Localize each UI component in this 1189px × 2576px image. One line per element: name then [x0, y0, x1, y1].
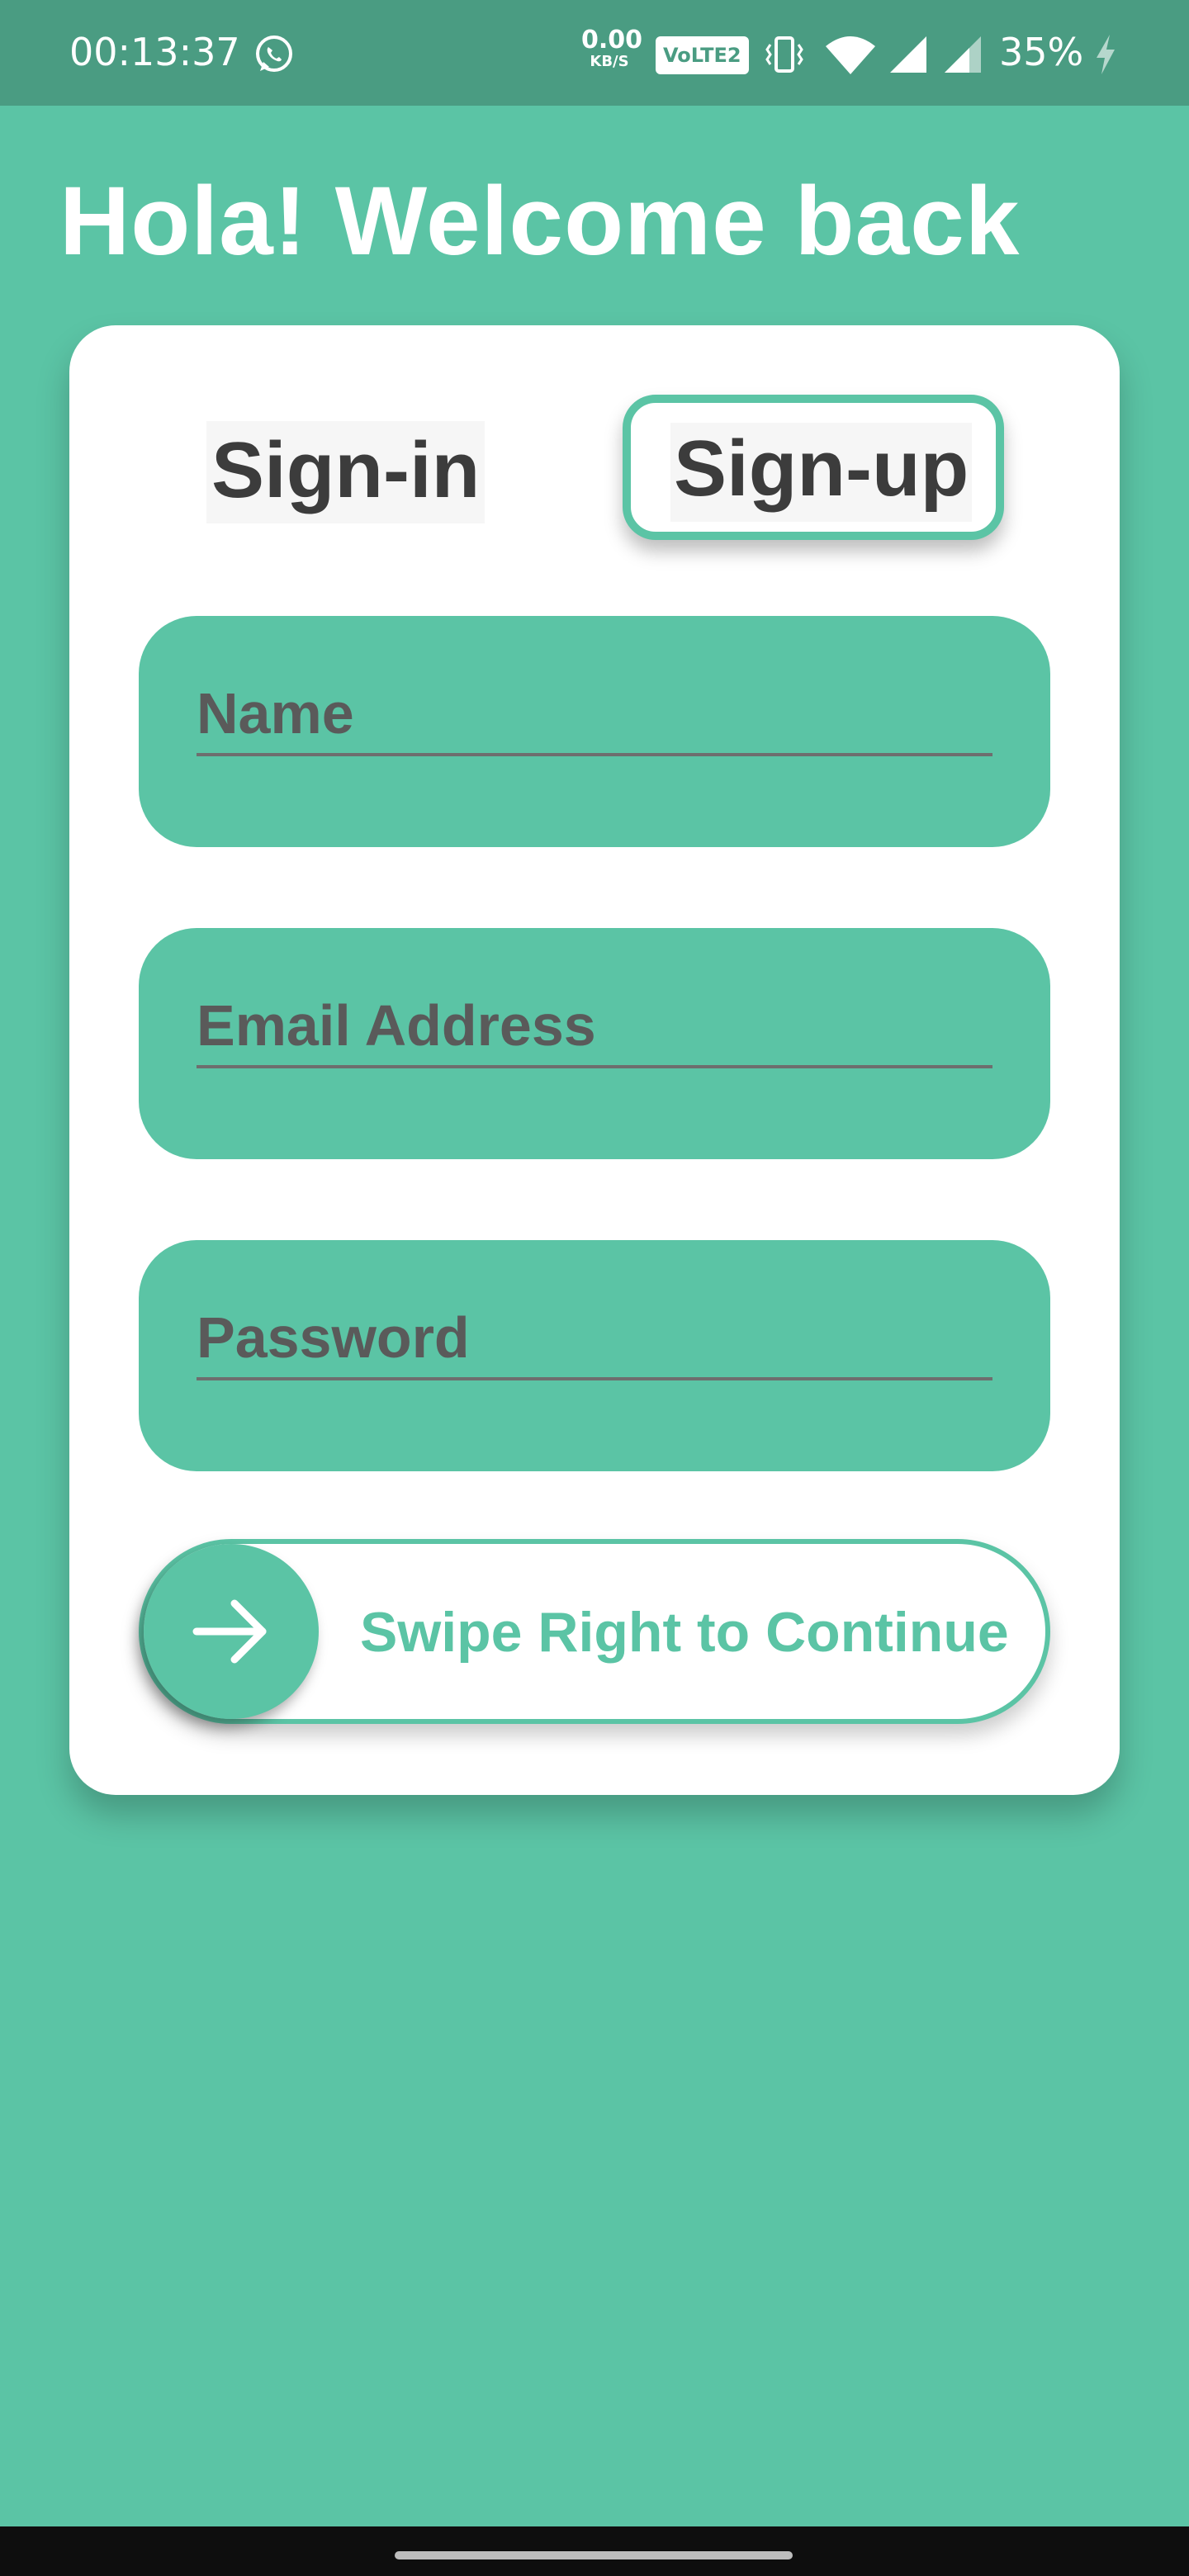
password-input[interactable]: [197, 1298, 992, 1380]
page-title: Hola! Welcome back: [59, 167, 1021, 276]
whatsapp-icon: [256, 36, 292, 72]
name-field-container: [139, 616, 1050, 847]
tab-sign-up-active[interactable]: Sign-up: [623, 395, 1004, 540]
battery-percent: 35%: [999, 30, 1084, 74]
vibrate-icon: [765, 36, 803, 73]
signal-icon: [945, 36, 981, 73]
swipe-to-continue[interactable]: Swipe Right to Continue: [139, 1539, 1050, 1724]
arrow-right-icon: [192, 1599, 267, 1664]
email-input[interactable]: [197, 986, 992, 1068]
status-time: 00:13:37: [69, 30, 240, 74]
wifi-icon: [826, 36, 875, 74]
password-field-container: [139, 1240, 1050, 1471]
swipe-handle[interactable]: [144, 1544, 319, 1719]
signal-icon: [890, 36, 926, 73]
network-speed-unit: KB/S: [590, 53, 629, 70]
network-speed-value: 0.00: [581, 26, 643, 54]
charging-icon: [1097, 35, 1115, 74]
volte-badge: VoLTE2: [656, 36, 749, 74]
tab-sign-in[interactable]: Sign-in: [206, 421, 486, 523]
swipe-label: Swipe Right to Continue: [360, 1601, 1009, 1664]
tab-sign-up[interactable]: Sign-up: [670, 423, 973, 522]
home-indicator[interactable]: [395, 2551, 793, 2559]
email-field-container: [139, 928, 1050, 1159]
network-speed: 0.00 KB/S: [581, 26, 643, 70]
navigation-bar: [0, 2526, 1189, 2576]
auth-card: Sign-in Sign-up Swipe Right to Continue: [69, 325, 1120, 1795]
status-bar: 00:13:37 0.00 KB/S VoLTE2 35%: [0, 0, 1189, 106]
name-input[interactable]: [197, 674, 992, 756]
